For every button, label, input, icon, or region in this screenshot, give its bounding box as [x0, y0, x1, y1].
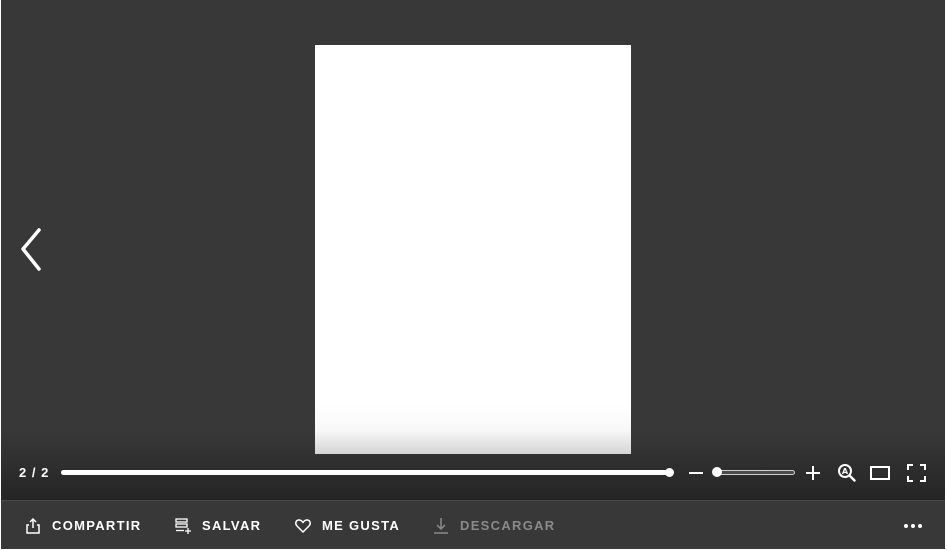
- fit-width-icon: [870, 466, 890, 480]
- plus-icon: [806, 466, 820, 480]
- save-label: SALVAR: [202, 518, 262, 533]
- zoom-slider-handle[interactable]: [711, 467, 722, 477]
- svg-text:A: A: [842, 467, 849, 476]
- action-bar: COMPARTIR SALVAR ME GUSTA DESCARGAR: [1, 500, 945, 549]
- zoom-out-button[interactable]: [687, 464, 705, 482]
- fullscreen-icon: [907, 464, 926, 482]
- document-page: [315, 45, 631, 454]
- magnifier-icon: A: [838, 464, 856, 482]
- fit-width-button[interactable]: [869, 465, 891, 481]
- zoom-slider[interactable]: [711, 467, 795, 477]
- save-list-icon: [174, 517, 192, 535]
- heart-icon: [294, 517, 312, 535]
- document-viewer: 2 / 2 A: [1, 0, 945, 500]
- like-label: ME GUSTA: [322, 518, 401, 533]
- share-label: COMPARTIR: [52, 518, 142, 533]
- more-options-button[interactable]: [901, 517, 925, 535]
- like-button[interactable]: ME GUSTA: [294, 501, 400, 550]
- more-dots-icon: [904, 524, 922, 528]
- page-progress-slider[interactable]: [61, 468, 674, 477]
- save-button[interactable]: SALVAR: [174, 501, 261, 550]
- previous-page-button[interactable]: [17, 226, 47, 274]
- share-button[interactable]: COMPARTIR: [24, 501, 141, 550]
- share-icon: [24, 517, 42, 535]
- fullscreen-button[interactable]: [907, 464, 926, 482]
- download-button[interactable]: DESCARGAR: [432, 501, 555, 550]
- minus-icon: [689, 472, 703, 474]
- download-label: DESCARGAR: [460, 518, 556, 533]
- page-progress-handle[interactable]: [665, 468, 674, 477]
- chevron-left-icon: [21, 228, 41, 271]
- download-icon: [432, 517, 450, 535]
- zoom-tool-button[interactable]: A: [837, 463, 856, 482]
- page-progress-fill: [61, 470, 669, 475]
- page-counter: 2 / 2: [19, 465, 50, 480]
- zoom-in-button[interactable]: [804, 464, 822, 482]
